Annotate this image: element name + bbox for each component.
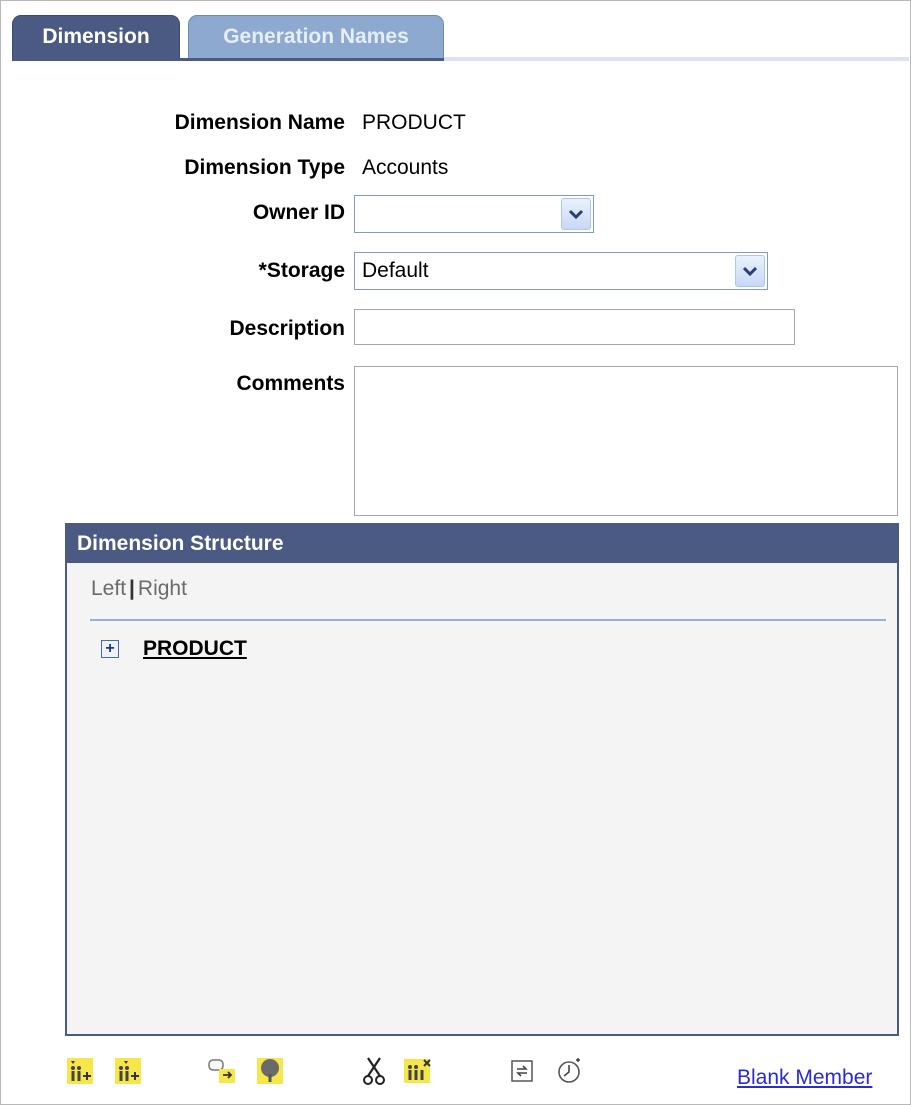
dimension-name-label: Dimension Name (174, 111, 345, 134)
expand-icon[interactable]: + (101, 640, 119, 658)
tab-underline-light (444, 57, 909, 61)
insert-sibling-icon[interactable] (112, 1055, 144, 1087)
divider (90, 619, 886, 621)
description-input[interactable] (354, 309, 795, 345)
right-link[interactable]: Right (138, 577, 187, 600)
insert-child-icon[interactable] (64, 1055, 96, 1087)
refresh-icon[interactable] (506, 1055, 538, 1087)
delete-member-icon[interactable] (402, 1055, 434, 1087)
panel-title: Dimension Structure (67, 525, 897, 563)
storage-value: Default (362, 259, 429, 282)
tab-dimension[interactable]: Dimension (12, 15, 180, 59)
storage-select[interactable]: Default (354, 252, 768, 290)
tree-node-root: + PRODUCT (101, 637, 247, 661)
tree-icon[interactable] (254, 1055, 286, 1087)
owner-id-label: Owner ID (252, 201, 345, 224)
left-link[interactable]: Left (91, 577, 126, 600)
comments-label: Comments (236, 372, 345, 395)
history-icon[interactable] (554, 1055, 586, 1087)
storage-label: *Storage (258, 259, 345, 282)
separator: | (129, 577, 135, 600)
owner-id-select[interactable] (354, 195, 594, 233)
tab-generation-names[interactable]: Generation Names (188, 15, 444, 59)
dimension-structure-panel: Dimension Structure Left | Right + PRODUCT (65, 523, 899, 1036)
comments-textarea[interactable] (354, 366, 898, 516)
dimension-name-value: PRODUCT (362, 111, 466, 134)
chevron-down-icon[interactable] (735, 255, 765, 287)
dimension-type-label: Dimension Type (184, 156, 345, 179)
root-node-link[interactable]: PRODUCT (143, 637, 247, 661)
description-label: Description (229, 317, 345, 340)
dimension-type-value: Accounts (362, 156, 449, 179)
blank-member-link[interactable]: Blank Member (737, 1066, 872, 1090)
cut-icon[interactable] (358, 1055, 390, 1087)
left-right-toggle: Left | Right (91, 577, 187, 601)
move-member-icon[interactable] (206, 1055, 238, 1087)
chevron-down-icon[interactable] (561, 198, 591, 230)
